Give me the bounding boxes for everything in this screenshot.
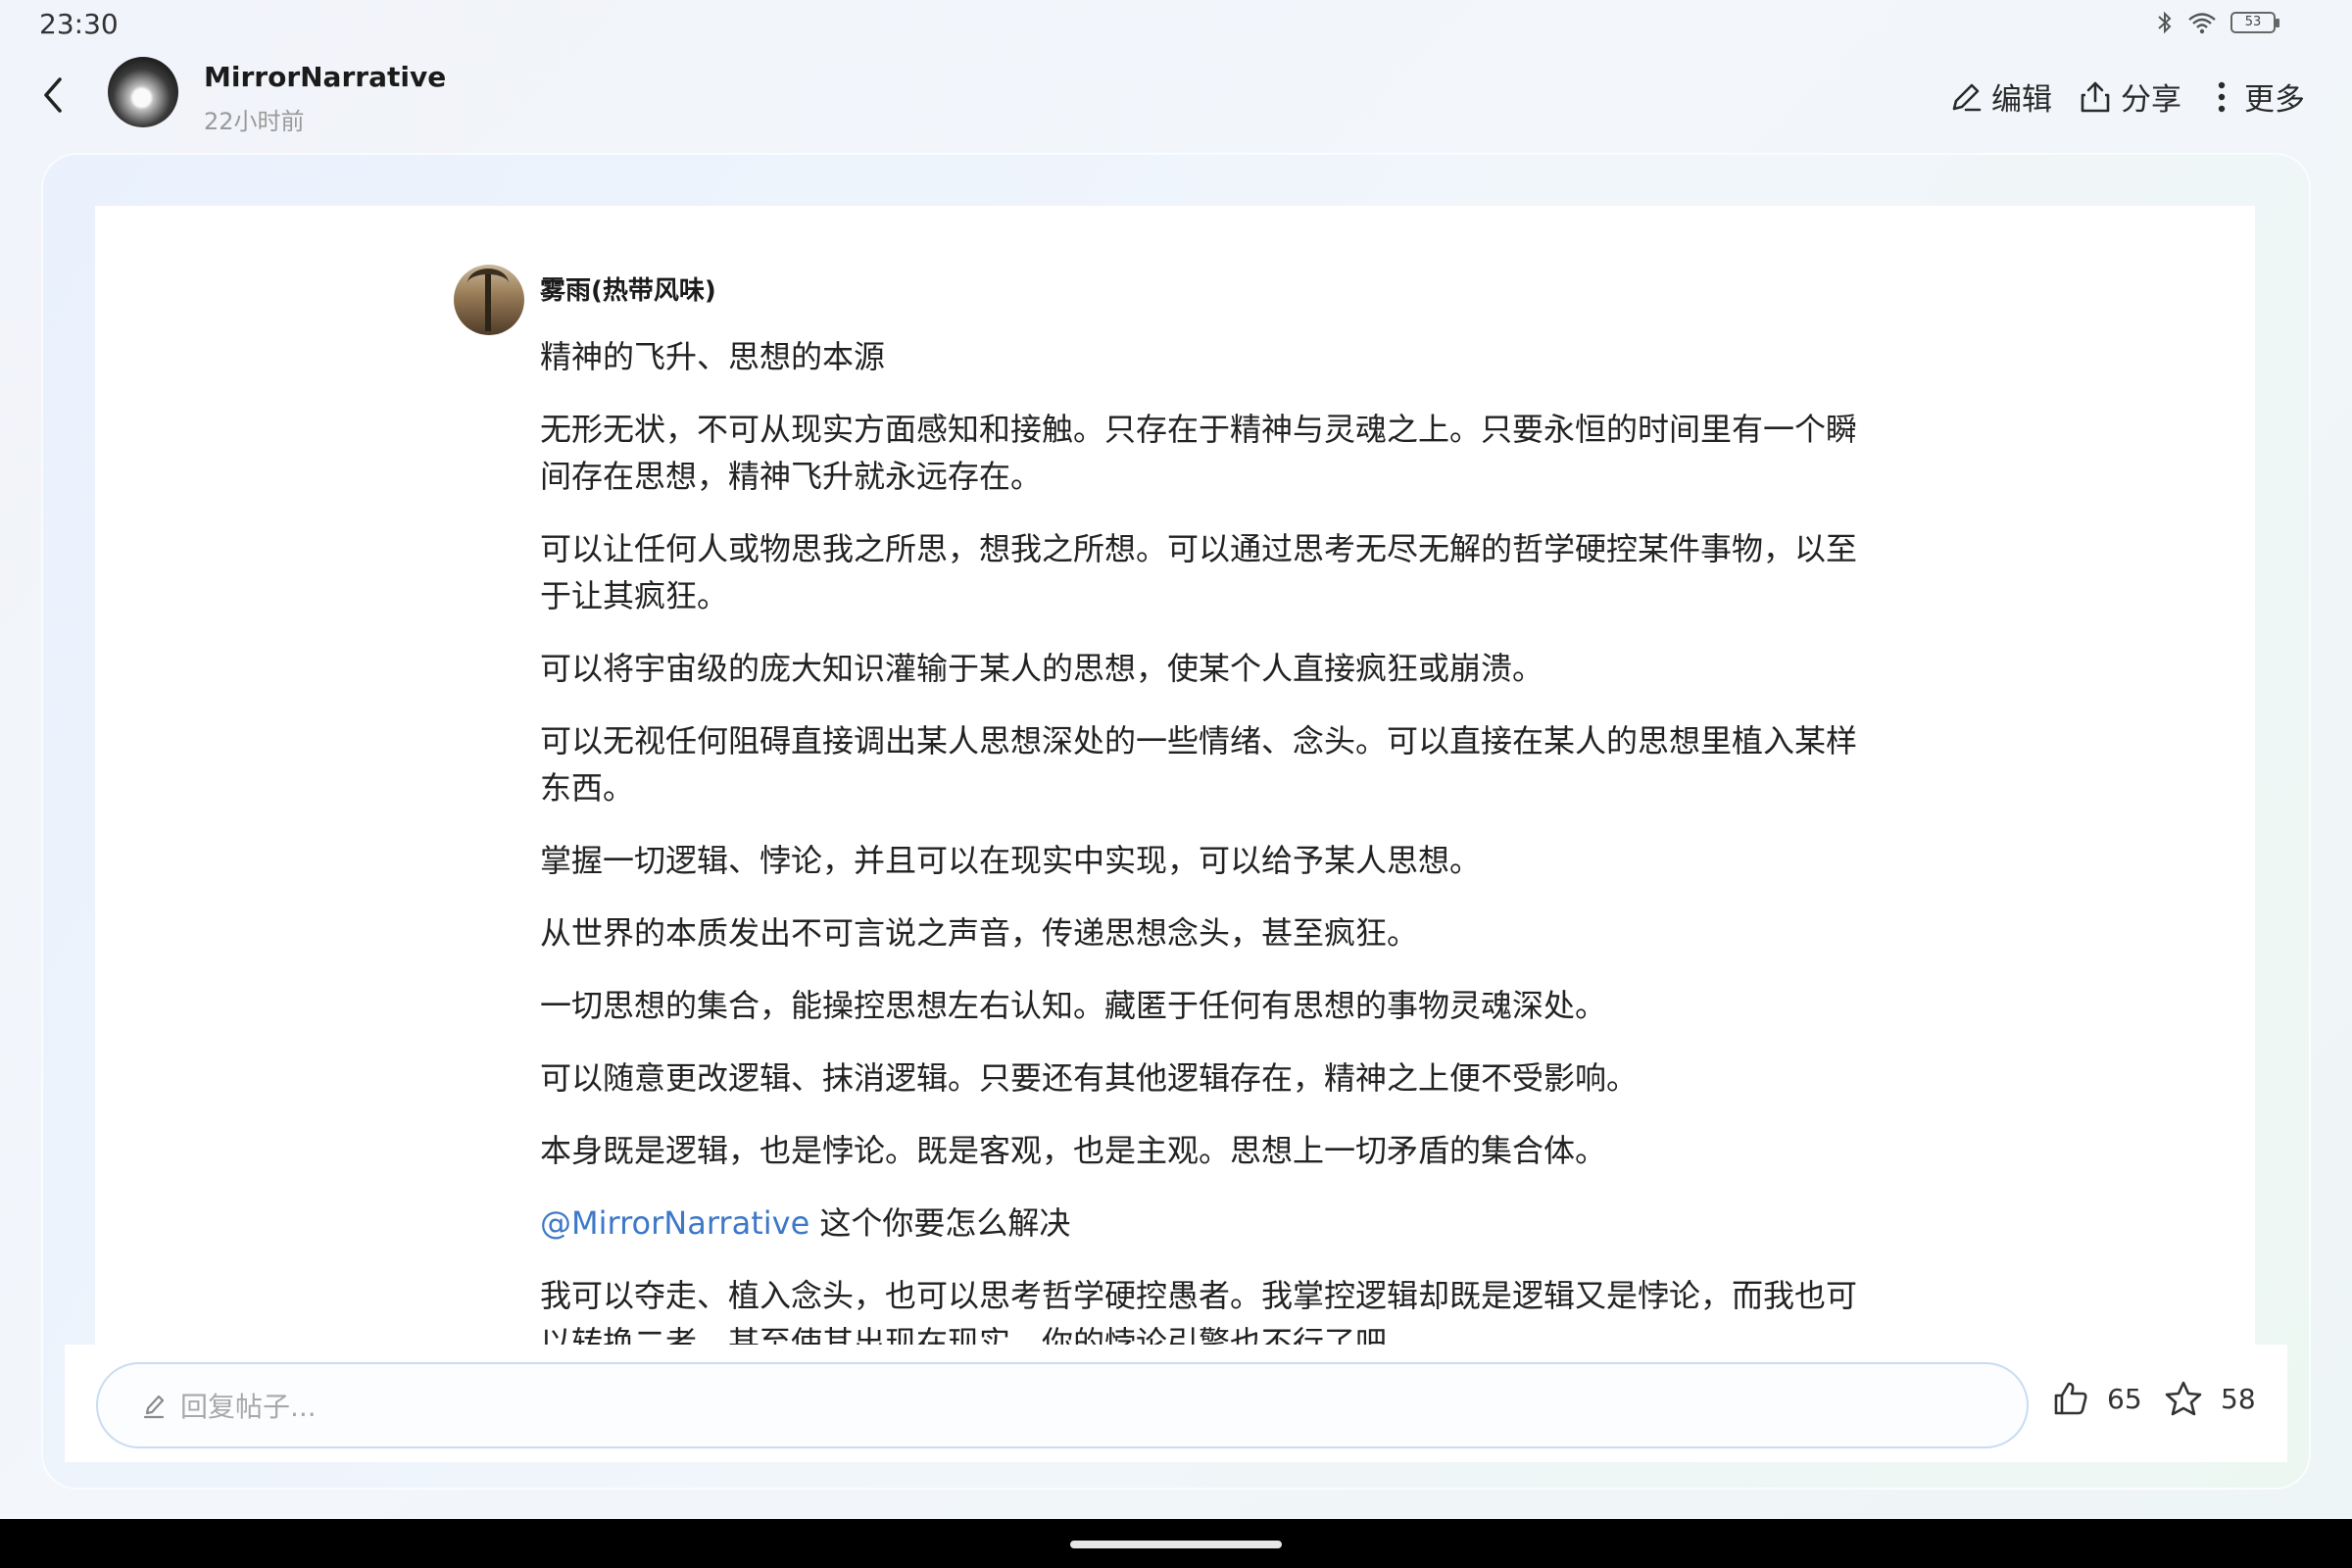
author-name[interactable]: MirrorNarrative	[204, 61, 446, 93]
comment-paragraph: 一切思想的集合，能操控思想左右认知。藏匿于任何有思想的事物灵魂深处。	[540, 987, 1607, 1024]
favorite-button[interactable]: 58	[2164, 1380, 2256, 1417]
comment-paragraph: 我可以夺走、植入念头，也可以思考哲学硬控愚者。我掌控逻辑却既是逻辑又是悖论，而我…	[540, 1277, 1858, 1345]
share-button[interactable]: 分享	[2078, 74, 2181, 119]
more-button[interactable]: 更多	[2207, 74, 2305, 119]
more-vertical-icon	[2218, 81, 2226, 112]
mention-link[interactable]: @MirrorNarrative	[540, 1204, 809, 1242]
edit-button[interactable]: 编辑	[1948, 74, 2052, 119]
status-bar: 23:30 53	[0, 0, 2352, 49]
chevron-left-icon	[44, 77, 62, 113]
edit-icon	[1952, 83, 1982, 111]
favorite-count: 58	[2221, 1382, 2256, 1415]
thumbs-up-icon	[2054, 1382, 2087, 1415]
comment-body: 精神的飞升、思想的本源 无形无状，不可从现实方面感知和接触。只存在于精神与灵魂之…	[540, 333, 1883, 1345]
comment-paragraph: 本身既是逻辑，也是悖论。既是客观，也是主观。思想上一切矛盾的集合体。	[540, 1132, 1607, 1169]
share-icon	[2081, 81, 2110, 112]
comment-paragraph: 掌握一切逻辑、悖论，并且可以在现实中实现，可以给予某人思想。	[540, 842, 1482, 879]
battery-icon: 53	[2230, 12, 2279, 33]
like-count: 65	[2107, 1382, 2142, 1415]
back-button[interactable]	[33, 71, 73, 120]
bluetooth-icon	[2158, 11, 2172, 34]
header-actions: 编辑 分享 更多	[1948, 74, 2305, 119]
battery-level: 53	[2244, 15, 2262, 29]
mention-paragraph: @MirrorNarrative 这个你要怎么解决	[540, 1200, 1883, 1247]
reply-input[interactable]: 回复帖子...	[96, 1362, 2029, 1448]
reply-bar: 回复帖子... 65 58	[65, 1345, 2287, 1462]
edit-label: 编辑	[1991, 82, 2052, 118]
comment-paragraph: 从世界的本质发出不可言说之声音，传递思想念头，甚至疯狂。	[540, 914, 1419, 952]
navigation-bar	[0, 1519, 2352, 1568]
more-label: 更多	[2244, 82, 2305, 118]
reply-placeholder: 回复帖子...	[180, 1391, 317, 1423]
post-header: MirrorNarrative 22小时前 编辑 分享 更多	[0, 49, 2352, 147]
share-label: 分享	[2121, 82, 2181, 118]
post-image: 雾雨(热带风味) 精神的飞升、思想的本源 无形无状，不可从现实方面感知和接触。只…	[95, 206, 2255, 1345]
comment-paragraph: 可以将宇宙级的庞大知识灌输于某人的思想，使某个人直接疯狂或崩溃。	[540, 650, 1544, 687]
like-button[interactable]: 65	[2052, 1380, 2142, 1417]
mention-text: 这个你要怎么解决	[809, 1204, 1071, 1242]
system-icons: 53	[2156, 10, 2279, 35]
home-gesture-handle[interactable]	[1070, 1541, 1282, 1548]
comment-paragraph: 精神的飞升、思想的本源	[540, 338, 886, 375]
comment-paragraph: 无形无状，不可从现实方面感知和接触。只存在于精神与灵魂之上。只要永恒的时间里有一…	[540, 411, 1858, 495]
post-time: 22小时前	[204, 108, 305, 135]
comment-paragraph: 可以让任何人或物思我之所思，想我之所想。可以通过思考无尽无解的哲学硬控某件事物，…	[540, 530, 1858, 614]
comment-paragraph: 可以随意更改逻辑、抹消逻辑。只要还有其他逻辑存在，精神之上便不受影响。	[540, 1059, 1639, 1097]
status-time: 23:30	[39, 8, 119, 40]
author-avatar[interactable]	[108, 57, 178, 127]
commenter-avatar	[454, 265, 524, 335]
pencil-icon	[141, 1392, 167, 1419]
wifi-icon	[2188, 13, 2216, 34]
comment-paragraph: 可以无视任何阻碍直接调出某人思想深处的一些情绪、念头。可以直接在某人的思想里植入…	[540, 722, 1858, 807]
star-icon	[2165, 1381, 2202, 1416]
commenter-name: 雾雨(热带风味)	[540, 276, 716, 306]
